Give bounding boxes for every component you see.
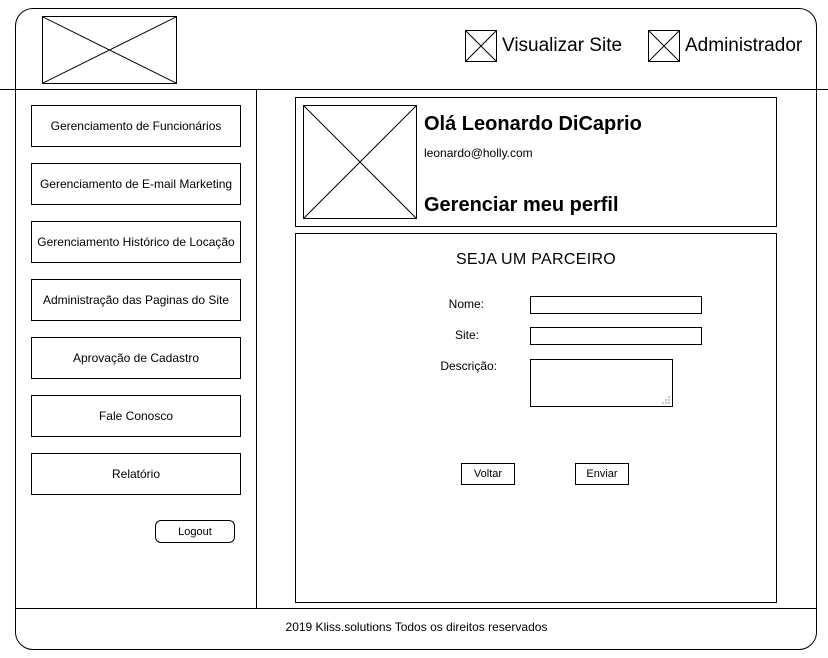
sidebar-item-label: Administração das Paginas do Site [42,293,230,307]
sidebar-item-label: Gerenciamento de Funcionários [50,119,222,133]
form-title: SEJA UM PARCEIRO [455,251,617,268]
sidebar-item-fale-conosco[interactable]: Fale Conosco [31,395,241,437]
sidebar-item-funcionarios[interactable]: Gerenciamento de Funcionários [31,105,241,147]
resize-handle-icon[interactable] [662,396,670,404]
sidebar-item-label: Aprovação de Cadastro [72,351,200,365]
site-label: Site: [454,328,479,342]
sidebar-item-aprovacao-cadastro[interactable]: Aprovação de Cadastro [31,337,241,379]
sidebar-item-label: Gerenciamento de E-mail Marketing [39,177,233,191]
site-input[interactable] [530,327,702,345]
logout-label: Logout [178,525,212,538]
logout-button[interactable]: Logout [155,520,235,543]
footer-divider [16,608,817,609]
sidebar-item-label: Fale Conosco [98,409,174,423]
footer-text: 2019 Kliss.solutions Todos os direitos r… [285,620,548,634]
sidebar-item-paginas-site[interactable]: Administração das Paginas do Site [31,279,241,321]
manage-profile-link[interactable]: Gerenciar meu perfil [424,194,619,217]
sidebar-item-relatorio[interactable]: Relatório [31,453,241,495]
administrador-label: Administrador [685,35,803,56]
visualizar-site-link[interactable]: Visualizar Site [465,30,622,62]
sidebar-item-label: Gerenciamento Histórico de Locação [37,235,235,249]
name-label: Nome: [448,297,484,311]
back-button[interactable]: Voltar [461,463,515,485]
back-label: Voltar [473,468,503,480]
sidebar-divider [256,90,257,608]
submit-button[interactable]: Enviar [575,463,629,485]
sidebar-item-email-marketing[interactable]: Gerenciamento de E-mail Marketing [31,163,241,205]
name-input[interactable] [530,296,702,314]
profile-email: leonardo@holly.com [424,146,533,160]
profile-greeting: Olá Leonardo DiCaprio [424,113,642,135]
placeholder-icon [465,30,497,62]
description-label: Descrição: [440,359,497,373]
placeholder-icon [648,30,680,62]
partner-form-panel [295,233,777,603]
sidebar-item-historico-locacao[interactable]: Gerenciamento Histórico de Locação [31,221,241,263]
logo-placeholder [42,16,177,84]
header-divider [0,89,828,90]
sidebar-item-label: Relatório [111,467,161,481]
submit-label: Enviar [586,468,618,480]
visualizar-site-label: Visualizar Site [502,35,623,56]
description-textarea[interactable] [530,359,673,407]
administrador-link[interactable]: Administrador [648,30,802,62]
avatar [303,105,417,219]
